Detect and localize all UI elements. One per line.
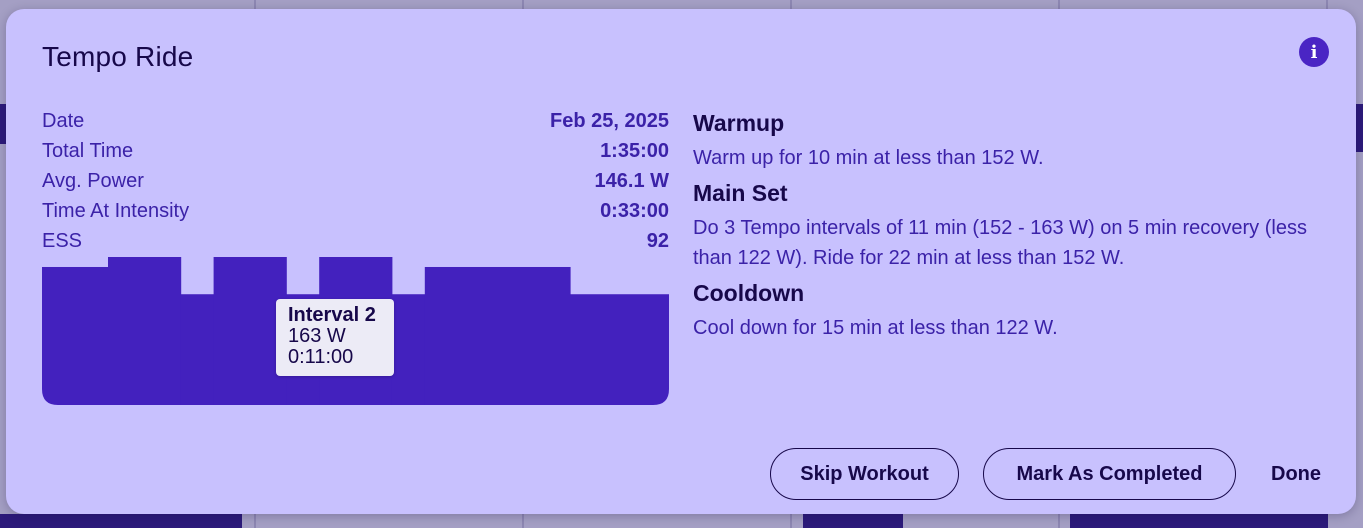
section-text-cooldown: Cool down for 15 min at less than 122 W.	[693, 317, 1058, 339]
tooltip-power: 163 W	[288, 325, 346, 347]
tooltip-title: Interval 2	[288, 304, 376, 326]
section-title-main-set: Main Set	[693, 180, 788, 206]
stat-row-date: Date Feb 25, 2025	[42, 108, 669, 138]
stat-row-time-at-intensity: Time At Intensity 0:33:00	[42, 198, 669, 228]
stat-value: Feb 25, 2025	[550, 110, 669, 132]
stat-row-ess: ESS 92	[42, 228, 669, 258]
stat-row-total-time: Total Time 1:35:00	[42, 138, 669, 168]
section-title-warmup: Warmup	[693, 110, 785, 136]
interval-bar[interactable]	[180, 294, 215, 405]
stat-value: 0:33:00	[600, 200, 669, 222]
section-text-main-set: Do 3 Tempo intervals of 11 min (152 - 16…	[693, 217, 1307, 269]
background-block	[1070, 514, 1328, 528]
skip-workout-button[interactable]: Skip Workout	[770, 448, 959, 500]
workout-stats: Date Feb 25, 2025 Total Time 1:35:00 Avg…	[42, 108, 669, 258]
workout-dialog: Tempo Ride i Date Feb 25, 2025 Total Tim…	[6, 9, 1356, 514]
interval-bar[interactable]	[391, 294, 426, 405]
stat-value: 146.1 W	[594, 170, 669, 192]
mark-completed-button[interactable]: Mark As Completed	[983, 448, 1236, 500]
background-block	[803, 514, 903, 528]
stat-label: Avg. Power	[42, 170, 144, 192]
tooltip-time: 0:11:00	[288, 346, 354, 368]
info-icon[interactable]: i	[1299, 37, 1329, 67]
interval-bar[interactable]	[108, 257, 182, 405]
stat-label: Date	[42, 110, 85, 132]
stat-value: 92	[646, 230, 669, 252]
interval-bar[interactable]	[424, 266, 571, 405]
stat-label: Total Time	[42, 140, 134, 162]
done-button[interactable]: Done	[1256, 448, 1336, 500]
background-block	[1356, 104, 1363, 152]
section-title-cooldown: Cooldown	[693, 280, 805, 306]
stat-label: Time At Intensity	[42, 200, 190, 222]
interval-bar[interactable]	[570, 294, 669, 405]
background-block	[0, 514, 242, 528]
workout-description: Warmup Warm up for 10 min at less than 1…	[693, 109, 1333, 349]
interval-bar[interactable]	[42, 266, 109, 405]
section-text-warmup: Warm up for 10 min at less than 152 W.	[693, 147, 1044, 169]
stat-value: 1:35:00	[600, 140, 669, 162]
stat-label: ESS	[42, 230, 83, 252]
interval-tooltip: Interval 2 163 W 0:11:00	[276, 299, 394, 376]
stat-row-avg-power: Avg. Power 146.1 W	[42, 168, 669, 198]
dialog-title: Tempo Ride	[42, 41, 194, 72]
